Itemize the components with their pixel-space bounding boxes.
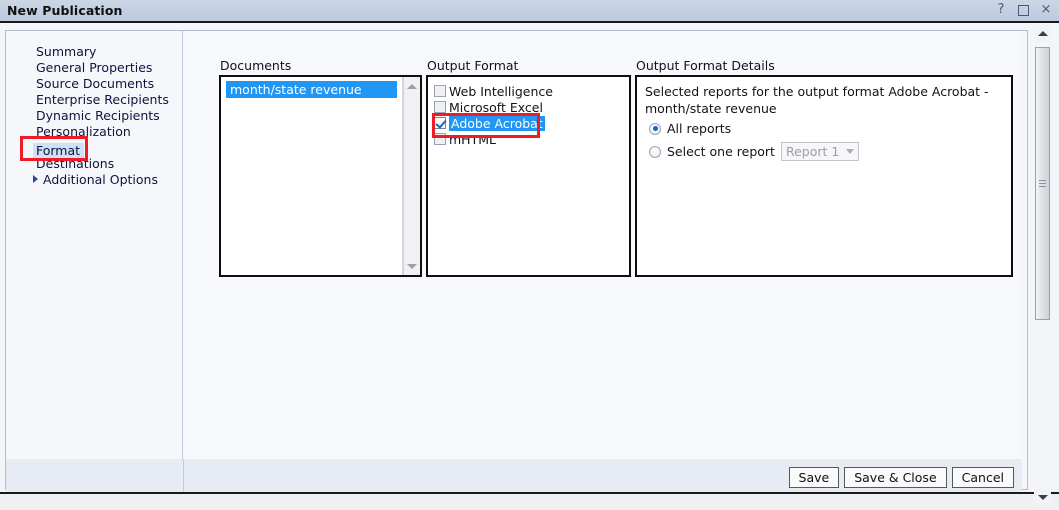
help-icon[interactable]: ?: [994, 3, 1008, 18]
sidebar-item-label: Additional Options: [43, 172, 158, 187]
footer-button-bar: Save Save & Close Cancel: [184, 459, 1022, 495]
sidebar-item-personalization[interactable]: Personalization: [33, 124, 183, 140]
radio-all-reports[interactable]: All reports: [649, 121, 731, 136]
checkbox-row-mhtml[interactable]: mHTML: [434, 131, 629, 147]
close-icon[interactable]: ×: [1039, 3, 1053, 18]
checkbox-label: Microsoft Excel: [449, 99, 543, 115]
documents-list[interactable]: month/state revenue: [221, 77, 403, 275]
details-description: Selected reports for the output format A…: [645, 84, 989, 116]
title-bar: New Publication ? ×: [0, 0, 1059, 23]
page-scroll-track[interactable]: [1034, 42, 1051, 488]
sidebar-item-additional-options[interactable]: Additional Options: [33, 172, 183, 188]
bottom-strip: [0, 492, 1059, 510]
expand-triangle-icon: [33, 175, 38, 183]
page-scroll-thumb[interactable]: [1035, 47, 1050, 320]
sidebar-item-source-documents[interactable]: Source Documents: [33, 76, 183, 92]
checkbox-icon[interactable]: [434, 133, 446, 145]
output-format-details-label: Output Format Details: [636, 58, 775, 73]
output-format-label: Output Format: [427, 58, 519, 73]
sidebar-item-summary[interactable]: Summary: [33, 44, 183, 60]
report-dropdown[interactable]: Report 1: [780, 142, 859, 161]
maximize-icon[interactable]: [1018, 5, 1029, 16]
save-and-close-button[interactable]: Save & Close: [844, 466, 947, 488]
window-controls: ? ×: [994, 3, 1053, 18]
page-scroll-down-icon[interactable]: [1034, 489, 1051, 505]
scroll-down-icon[interactable]: [404, 258, 420, 274]
documents-list-box: month/state revenue: [219, 75, 422, 277]
checkbox-icon[interactable]: [434, 85, 446, 97]
output-format-details-box: Selected reports for the output format A…: [635, 75, 1013, 277]
cancel-button[interactable]: Cancel: [951, 466, 1014, 488]
checkbox-label: Web Intelligence: [449, 83, 553, 99]
checkbox-row-adobe-acrobat[interactable]: Adobe Acrobat: [434, 115, 629, 131]
window-title: New Publication: [7, 3, 123, 18]
radio-label: Select one report: [667, 144, 775, 159]
save-button[interactable]: Save: [788, 466, 840, 488]
chevron-down-icon: [845, 149, 854, 154]
sidebar-item-enterprise-recipients[interactable]: Enterprise Recipients: [33, 92, 183, 108]
list-item[interactable]: month/state revenue: [226, 81, 397, 98]
documents-scrollbar[interactable]: [403, 77, 420, 275]
checkbox-label: mHTML: [449, 131, 496, 147]
scroll-up-icon[interactable]: [404, 78, 420, 94]
checkbox-icon[interactable]: [434, 101, 446, 113]
page-scrollbar[interactable]: [1034, 25, 1051, 505]
checkbox-icon[interactable]: [434, 117, 446, 129]
radio-label: All reports: [667, 121, 732, 136]
grip-icon: [1039, 178, 1046, 189]
navigation-list: Summary General Properties Source Docume…: [33, 44, 183, 188]
page-scroll-up-icon[interactable]: [1034, 25, 1051, 41]
radio-icon[interactable]: [649, 122, 661, 135]
documents-label: Documents: [220, 58, 292, 73]
checkbox-label: Adobe Acrobat: [449, 115, 545, 131]
report-dropdown-value: Report 1: [785, 144, 840, 159]
sidebar-item-dynamic-recipients[interactable]: Dynamic Recipients: [33, 108, 183, 124]
main-content-pane: Documents month/state revenue Output For…: [184, 31, 1022, 459]
radio-select-one-report[interactable]: Select one report Report 1: [649, 142, 859, 161]
checkbox-row-microsoft-excel[interactable]: Microsoft Excel: [434, 99, 629, 115]
sidebar-item-destinations[interactable]: Destinations: [33, 156, 183, 172]
radio-icon[interactable]: [649, 145, 661, 158]
navigation-pane: Summary General Properties Source Docume…: [6, 31, 183, 459]
output-format-list-box: Web Intelligence Microsoft Excel Adobe A…: [426, 75, 631, 277]
sidebar-item-general-properties[interactable]: General Properties: [33, 60, 183, 76]
new-publication-window: New Publication ? × Summary General Prop…: [0, 0, 1059, 510]
footer-left-filler: [6, 459, 184, 495]
checkbox-row-web-intelligence[interactable]: Web Intelligence: [434, 83, 629, 99]
